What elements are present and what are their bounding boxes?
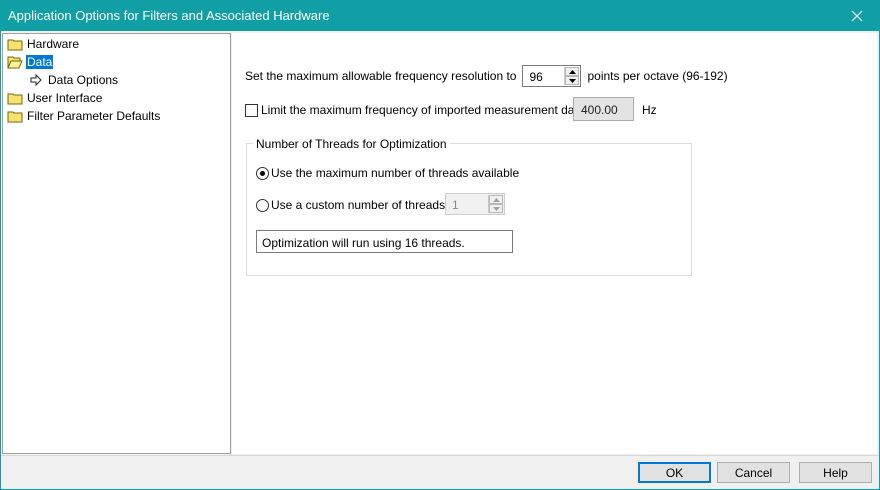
tree-item-label: Data Options <box>48 73 119 87</box>
limit-checkbox-label: Limit the maximum frequency of imported … <box>261 103 598 117</box>
limit-checkbox[interactable] <box>245 103 258 117</box>
threads-group-title: Number of Threads for Optimization <box>253 137 450 151</box>
folder-open-icon <box>7 55 23 69</box>
custom-threads-spinner[interactable]: 1 <box>445 193 505 215</box>
resolution-suffix: points per octave (96-192) <box>587 69 728 83</box>
resolution-spinner[interactable]: 96 <box>522 65 582 87</box>
tree-item-label: Data <box>26 55 54 69</box>
footer-divider <box>1 455 879 456</box>
help-button[interactable]: Help <box>799 462 872 483</box>
spin-up-icon[interactable] <box>489 195 503 204</box>
spin-up-icon[interactable] <box>565 67 580 76</box>
folder-closed-icon <box>7 91 23 105</box>
radio-custom-threads-label: Use a custom number of threads: <box>271 198 449 212</box>
tree-item-label: User Interface <box>27 91 103 105</box>
window-title: Application Options for Filters and Asso… <box>8 8 330 23</box>
radio-max-threads-button[interactable] <box>256 166 269 180</box>
limit-unit: Hz <box>642 103 657 117</box>
tree-item-hardware[interactable]: Hardware <box>7 36 80 52</box>
spin-down-icon[interactable] <box>489 204 503 213</box>
options-tree[interactable]: Hardware Data Data Options User Interfac… <box>2 33 231 454</box>
tree-item-label: Filter Parameter Defaults <box>27 109 161 123</box>
arrow-right-icon <box>29 73 43 87</box>
limit-value-box: 400.00 <box>573 97 634 121</box>
tree-item-user-interface[interactable]: User Interface <box>7 90 103 106</box>
spin-down-icon[interactable] <box>565 76 580 85</box>
resolution-label: Set the maximum allowable frequency reso… <box>245 69 517 83</box>
radio-custom-threads-button[interactable] <box>256 198 269 212</box>
tree-item-data-options[interactable]: Data Options <box>29 72 119 88</box>
folder-closed-icon <box>7 37 23 51</box>
tree-item-filter-parameter-defaults[interactable]: Filter Parameter Defaults <box>7 108 161 124</box>
close-icon[interactable] <box>834 0 880 31</box>
radio-custom-threads[interactable]: Use a custom number of threads: <box>256 197 448 213</box>
spinner-buttons <box>564 67 580 85</box>
tree-item-data[interactable]: Data <box>7 54 54 70</box>
cancel-button[interactable]: Cancel <box>717 462 790 483</box>
threads-status-text: Optimization will run using 16 threads. <box>262 236 465 250</box>
ok-button[interactable]: OK <box>638 462 711 483</box>
folder-closed-icon <box>7 109 23 123</box>
title-bar: Application Options for Filters and Asso… <box>0 0 880 31</box>
limit-row: Limit the maximum frequency of imported … <box>245 102 598 118</box>
custom-threads-value: 1 <box>452 198 459 212</box>
resolution-value: 96 <box>529 70 543 84</box>
limit-value: 400.00 <box>581 103 618 117</box>
tree-item-label: Hardware <box>27 37 80 51</box>
threads-status-box: Optimization will run using 16 threads. <box>256 230 513 253</box>
spinner-buttons <box>488 195 503 213</box>
resolution-row: Set the maximum allowable frequency reso… <box>245 64 728 88</box>
radio-max-threads[interactable]: Use the maximum number of threads availa… <box>256 165 519 181</box>
radio-max-threads-label: Use the maximum number of threads availa… <box>271 166 520 180</box>
